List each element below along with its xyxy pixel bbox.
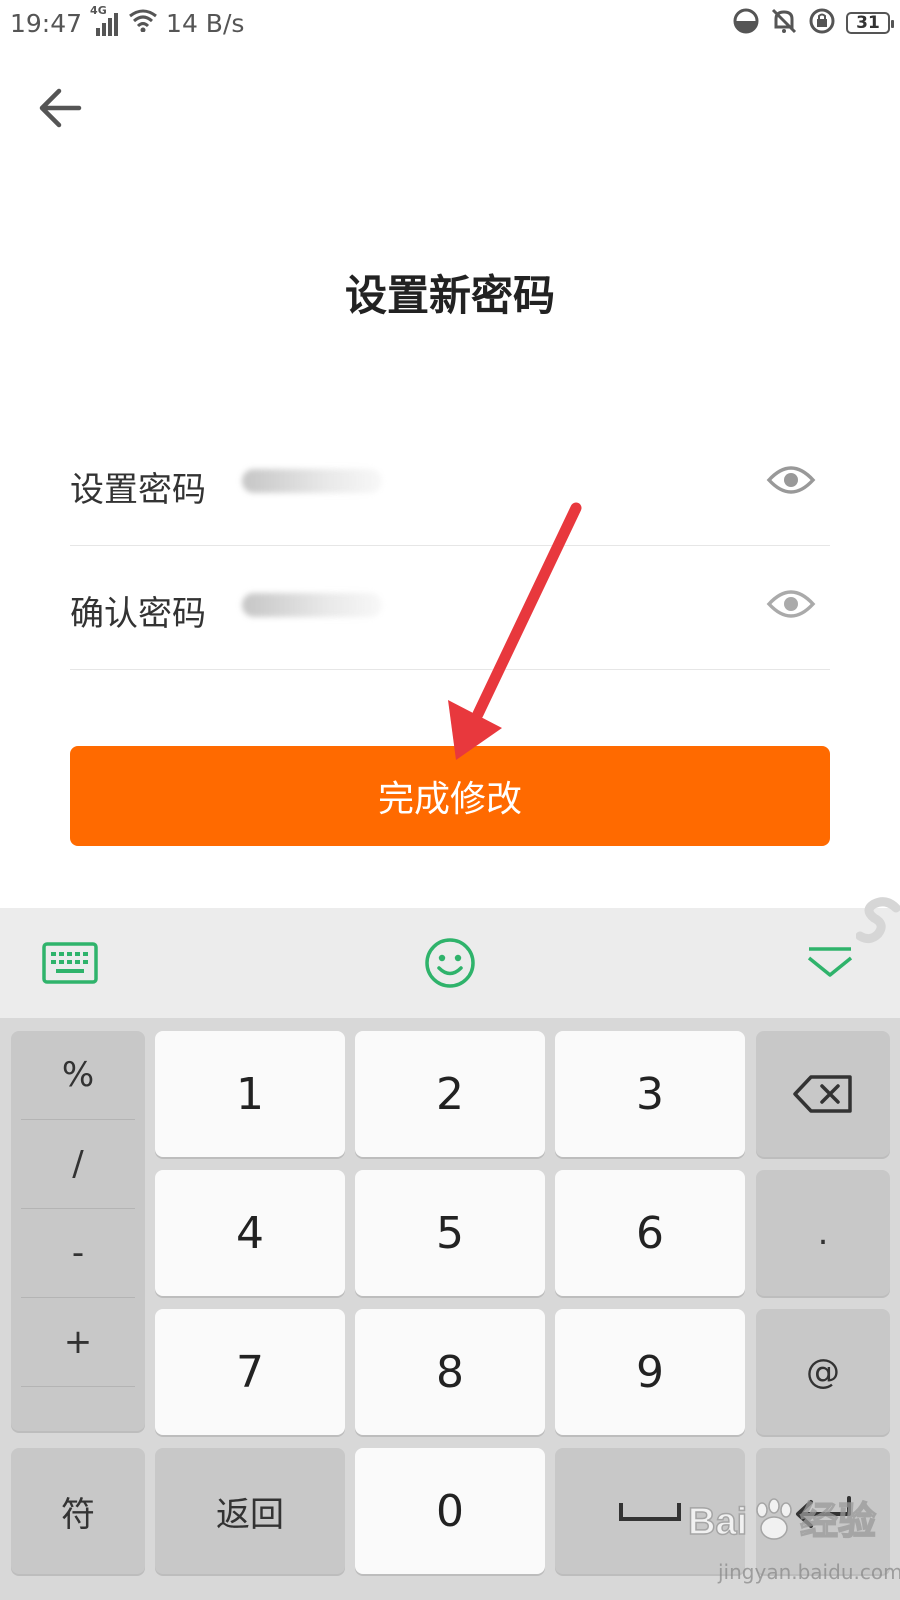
key-3[interactable]: 3: [555, 1031, 745, 1157]
battery-indicator: 31: [846, 12, 894, 34]
key-symbols[interactable]: 符: [11, 1448, 145, 1574]
confirm-password-input[interactable]: [242, 593, 382, 617]
backspace-icon: [793, 1075, 852, 1113]
key-minus[interactable]: -: [21, 1209, 135, 1298]
watermark-site: jingyan.baidu.com: [718, 1560, 900, 1584]
baidu-paw-logo-icon: Bai 经验: [687, 1498, 877, 1544]
space-icon: [619, 1503, 681, 1521]
network-speed: 14 B/s: [166, 8, 245, 38]
password-label: 设置密码: [70, 470, 206, 510]
key-8[interactable]: 8: [355, 1309, 545, 1435]
key-5[interactable]: 5: [355, 1170, 545, 1296]
key-slash[interactable]: /: [21, 1120, 135, 1209]
back-button[interactable]: [30, 80, 90, 136]
rotation-lock-icon: [808, 7, 836, 39]
keyboard-icon[interactable]: [42, 936, 98, 990]
confirm-password-field-row[interactable]: 确认密码: [70, 546, 830, 670]
password-field-row[interactable]: 设置密码: [70, 422, 830, 546]
password-input[interactable]: [242, 469, 382, 493]
key-plus[interactable]: +: [21, 1298, 135, 1387]
svg-text:经验: 经验: [800, 1501, 876, 1543]
eye-icon[interactable]: [766, 584, 816, 624]
status-right: 31: [732, 6, 894, 40]
key-4[interactable]: 4: [155, 1170, 345, 1296]
status-time: 19:47: [10, 8, 83, 38]
key-7[interactable]: 7: [155, 1309, 345, 1435]
key-2[interactable]: 2: [355, 1031, 545, 1157]
symbol-column: % / - +: [11, 1031, 145, 1431]
key-at[interactable]: @: [756, 1309, 890, 1435]
wifi-icon: [128, 8, 158, 38]
smiley-icon[interactable]: [422, 936, 478, 990]
eye-icon[interactable]: [766, 460, 816, 500]
status-left: 19:47 4G 14 B/s: [10, 4, 245, 40]
key-1[interactable]: 1: [155, 1031, 345, 1157]
page-title: 设置新密码: [344, 271, 555, 320]
theme-icon: [732, 7, 760, 39]
baidu-jingyan-watermark: Bai 经验 jingyan.baidu.com: [687, 1488, 900, 1598]
sogou-logo-icon: [855, 894, 900, 948]
backspace-key[interactable]: [756, 1031, 890, 1157]
arrow-left-icon: [39, 88, 82, 128]
key-percent[interactable]: %: [21, 1031, 135, 1120]
key-back[interactable]: 返回: [155, 1448, 345, 1574]
status-bar: 19:47 4G 14 B/s 31: [0, 0, 900, 46]
key-9[interactable]: 9: [555, 1309, 745, 1435]
submit-button[interactable]: 完成修改: [70, 746, 830, 846]
key-6[interactable]: 6: [555, 1170, 745, 1296]
svg-text:Bai: Bai: [688, 1501, 747, 1543]
bell-muted-icon: [770, 7, 798, 39]
key-dot[interactable]: .: [756, 1170, 890, 1296]
key-0[interactable]: 0: [355, 1448, 545, 1574]
signal-icon: 4G: [90, 4, 120, 36]
confirm-password-label: 确认密码: [70, 594, 206, 634]
collapse-chevron-icon[interactable]: [804, 936, 856, 990]
keyboard-toolbar: [0, 897, 900, 1018]
